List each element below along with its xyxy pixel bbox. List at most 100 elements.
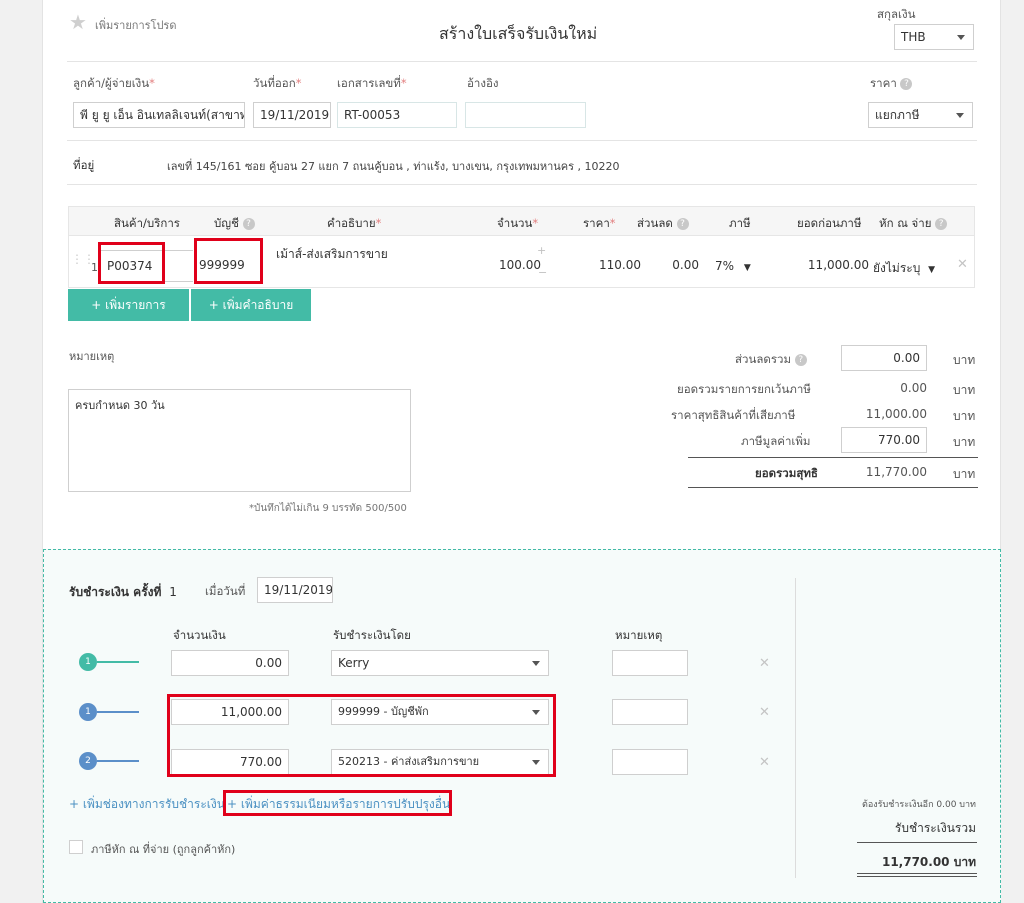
payment-date-input[interactable]: 19/11/2019: [257, 577, 333, 603]
add-item-button[interactable]: + เพิ่มรายการ: [68, 289, 189, 321]
help-icon[interactable]: ?: [900, 77, 913, 90]
summary-divider: [688, 457, 978, 458]
notes-text: ครบกำหนด 30 วัน: [75, 399, 165, 412]
withholding-checkbox[interactable]: [69, 840, 83, 854]
issue-date-label: วันที่ออก*: [253, 75, 301, 93]
description-input[interactable]: เม้าส์-ส่งเสริมการขาย: [270, 241, 492, 285]
taxable-label: ราคาสุทธิสินค้าที่เสียภาษี: [671, 408, 796, 422]
minus-icon[interactable]: −: [538, 266, 547, 279]
star-icon[interactable]: ★: [69, 10, 87, 34]
payment-badge: 2: [79, 752, 97, 770]
required-mark: *: [375, 216, 382, 230]
help-icon[interactable]: ?: [794, 353, 807, 366]
discount-total-label: ส่วนลดรวม ?: [735, 351, 807, 369]
tax-value: 7%: [715, 259, 735, 273]
unit: บาท: [953, 383, 976, 397]
discount-total-label-text: ส่วนลดรวม: [735, 352, 792, 366]
tax-select[interactable]: 7% ▼: [715, 259, 751, 273]
currency-value: THB: [901, 30, 926, 44]
delete-payment-icon[interactable]: ✕: [759, 656, 770, 671]
divider: [67, 61, 977, 62]
discount-input[interactable]: 0.00: [655, 250, 705, 282]
payment-total-value: 11,770.00: [881, 855, 950, 869]
help-icon[interactable]: ?: [935, 217, 948, 230]
highlight-add-fee: [223, 790, 452, 816]
withholding-select[interactable]: ยังไม่ระบุ ▼: [873, 259, 935, 278]
col-price: ราคา*: [583, 215, 616, 233]
price-label: ราคา ?: [870, 75, 913, 93]
doc-no-label: เอกสารเลขที่*: [337, 75, 407, 93]
col-discount: ส่วนลด ?: [637, 215, 689, 233]
col-subtotal: ยอดก่อนภาษี: [797, 216, 862, 230]
payment-number: 1: [169, 585, 177, 599]
connector-line: [97, 711, 139, 713]
add-favorite-link[interactable]: เพิ่มรายการโปรด: [95, 16, 176, 34]
add-payment-method-link[interactable]: + เพิ่มช่องทางการรับชำระเงิน: [69, 795, 225, 814]
price-type-value: แยกภาษี: [875, 108, 920, 122]
issue-date-label-text: วันที่ออก: [253, 76, 296, 90]
currency-select[interactable]: THB: [894, 24, 974, 50]
col-quantity-text: จำนวน: [497, 216, 533, 230]
customer-input[interactable]: พี ยู ยู เอ็น อินเทลลิเจนท์(สาขาท: [73, 102, 245, 128]
price-label-text: ราคา: [870, 76, 897, 90]
payment-badge: 1: [79, 653, 97, 671]
divider: [67, 184, 977, 185]
required-mark: *: [295, 76, 302, 90]
col-withholding-text: หัก ณ จ่าย: [879, 216, 932, 230]
notes-textarea[interactable]: ครบกำหนด 30 วัน: [68, 389, 411, 492]
col-account-text: บัญชี: [214, 216, 239, 230]
col-account: บัญชี ?: [214, 215, 255, 233]
unit: บาท: [953, 435, 976, 449]
connector-line: [97, 760, 139, 762]
payment-method-select[interactable]: Kerry: [331, 650, 549, 676]
doc-no-input[interactable]: RT-00053: [337, 102, 457, 128]
subtotal-value: 11,000.00: [773, 250, 875, 282]
unit: บาท: [953, 353, 976, 367]
chevron-down-icon: [956, 113, 964, 118]
payment-note-input[interactable]: [612, 749, 688, 775]
connector-line: [97, 661, 139, 663]
delete-row-icon[interactable]: ✕: [957, 257, 968, 272]
delete-payment-icon[interactable]: ✕: [759, 755, 770, 770]
payment-note-input[interactable]: [612, 650, 688, 676]
payment-amount-input[interactable]: 0.00: [171, 650, 289, 676]
unit: บาท: [953, 467, 976, 481]
chevron-down-icon: [957, 35, 965, 40]
payment-divider: [795, 578, 796, 878]
price-input[interactable]: 110.00: [563, 250, 647, 282]
withholding-checkbox-label: ภาษีหัก ณ ที่จ่าย (ถูกลูกค้าหัก): [91, 843, 236, 856]
currency-label: สกุลเงิน: [877, 7, 916, 21]
caret-down-icon: ▼: [743, 263, 751, 273]
discount-total-input[interactable]: 0.00: [841, 345, 927, 371]
exempt-label: ยอดรวมรายการยกเว้นภาษี: [677, 382, 811, 396]
withholding-value: ยังไม่ระบุ: [873, 261, 921, 275]
col-price-text: ราคา: [583, 216, 610, 230]
total-divider: [857, 876, 977, 877]
payment-badge: 1: [79, 703, 97, 721]
help-icon[interactable]: ?: [676, 217, 689, 230]
plus-icon[interactable]: +: [537, 244, 546, 257]
note-header: หมายเหตุ: [615, 628, 663, 642]
required-mark: *: [400, 76, 407, 90]
help-icon[interactable]: ?: [242, 217, 255, 230]
payment-method-value: Kerry: [338, 656, 370, 670]
net-value: 11,770.00: [865, 465, 927, 479]
col-quantity: จำนวน*: [497, 215, 538, 233]
issue-date-input[interactable]: 19/11/2019: [253, 102, 331, 128]
reference-input[interactable]: [465, 102, 586, 128]
delete-payment-icon[interactable]: ✕: [759, 705, 770, 720]
col-discount-text: ส่วนลด: [637, 216, 673, 230]
col-description: คำอธิบาย*: [327, 215, 381, 233]
price-type-select[interactable]: แยกภาษี: [868, 102, 973, 128]
add-description-button[interactable]: + เพิ่มคำอธิบาย: [191, 289, 311, 321]
vat-input[interactable]: 770.00: [841, 427, 927, 453]
col-tax: ภาษี: [729, 216, 751, 230]
receipt-form-card: ★ เพิ่มรายการโปรด สร้างใบเสร็จรับเงินใหม…: [42, 0, 1001, 903]
total-divider: [857, 842, 977, 843]
unit: บาท: [953, 409, 976, 423]
required-mark: *: [532, 216, 539, 230]
method-header: รับชำระเงินโดย: [333, 628, 411, 642]
payment-note-input[interactable]: [612, 699, 688, 725]
divider: [67, 140, 977, 141]
payment-total-unit: บาท: [953, 855, 976, 869]
